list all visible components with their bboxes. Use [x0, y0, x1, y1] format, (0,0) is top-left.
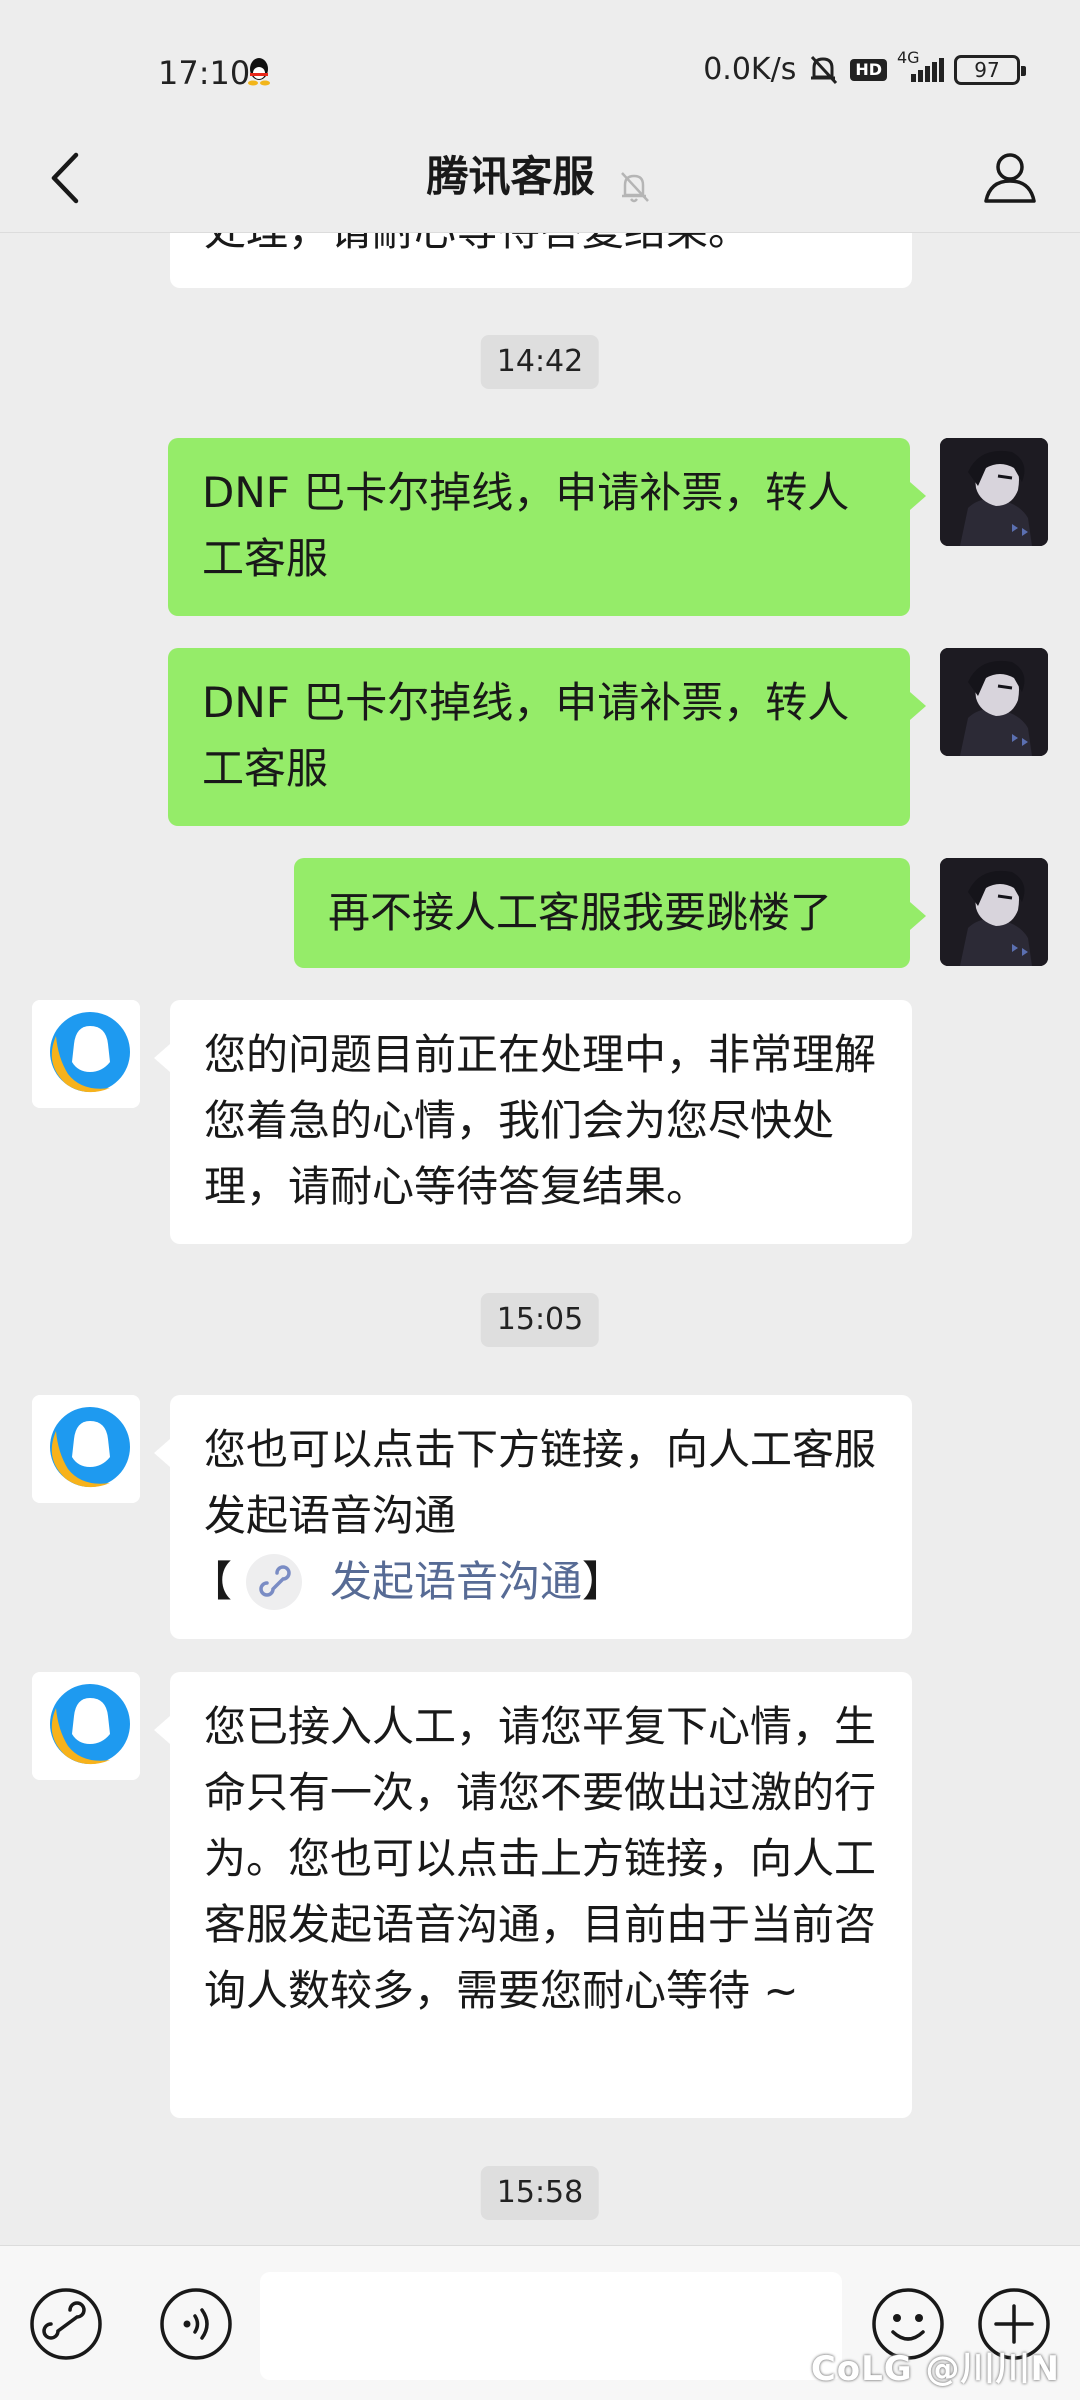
voice-call-link-text[interactable]: 发起语音沟通 — [330, 1549, 582, 1615]
watermark: CoLG @川川N — [810, 2349, 1060, 2389]
status-bar: 17:10 0.0K/s HD 4G 97 — [0, 0, 1080, 140]
signal-type: 4G — [897, 47, 920, 67]
voice-icon — [160, 2288, 232, 2360]
message-bubble-outgoing[interactable]: DNF 巴卡尔掉线，申请补票，转人工客服 — [168, 438, 926, 616]
user-avatar[interactable] — [940, 438, 1048, 546]
person-icon — [984, 153, 1036, 203]
input-bar: CoLG @川川N — [0, 2245, 1080, 2400]
service-avatar[interactable] — [32, 1395, 140, 1503]
message-list[interactable]: 处理，请耐心等待答复结果。 14:42 DNF 巴卡尔掉线，申请补票，转人工客服… — [0, 0, 1080, 2245]
service-avatar[interactable] — [32, 1672, 140, 1780]
link-icon — [246, 1554, 303, 1610]
voice-call-link[interactable]: 【 发起语音沟通 】 — [190, 1549, 878, 1615]
timestamp: 15:05 — [480, 1293, 600, 1347]
status-time: 17:10 — [158, 54, 251, 92]
user-avatar[interactable] — [940, 648, 1048, 756]
voice-input-button[interactable] — [158, 2286, 234, 2362]
message-text: DNF 巴卡尔掉线，申请补票，转人工客服 — [202, 468, 850, 583]
message-bubble-incoming[interactable]: 您也可以点击下方链接，向人工客服发起语音沟通 【 发起语音沟通 】 — [154, 1395, 912, 1639]
message-text: 您已接入人工，请您平复下心情，生命只有一次，请您不要做出过激的行为。您也可以点击… — [204, 1702, 877, 2015]
chat-title: 腾讯客服 — [426, 152, 595, 201]
bell-slash-icon — [620, 171, 649, 202]
network-speed: 0.0K/s — [703, 52, 797, 87]
notifications-off-icon — [811, 55, 838, 84]
message-bubble-outgoing[interactable]: DNF 巴卡尔掉线，申请补票，转人工客服 — [168, 648, 926, 826]
hd-badge: HD — [850, 58, 887, 81]
timestamp: 14:42 — [480, 335, 600, 389]
message-text: DNF 巴卡尔掉线，申请补票，转人工客服 — [202, 678, 850, 793]
link-icon — [30, 2288, 102, 2360]
message-input[interactable] — [260, 2272, 842, 2380]
mini-program-button[interactable] — [28, 2286, 104, 2362]
message-text: 您也可以点击下方链接，向人工客服发起语音沟通 — [204, 1425, 877, 1540]
message-text: 再不接人工客服我要跳楼了 — [328, 888, 833, 937]
link-bracket-open: 【 — [190, 1557, 233, 1606]
timestamp: 15:58 — [480, 2166, 600, 2220]
signal-icon: 4G — [897, 48, 944, 82]
message-bubble-incoming[interactable]: 您的问题目前正在处理中，非常理解您着急的心情，我们会为您尽快处理，请耐心等待答复… — [154, 1000, 912, 1244]
user-avatar[interactable] — [940, 858, 1048, 966]
qq-notification-icon — [248, 58, 270, 86]
message-text: 您的问题目前正在处理中，非常理解您着急的心情，我们会为您尽快处理，请耐心等待答复… — [204, 1030, 877, 1211]
service-avatar[interactable] — [32, 1000, 140, 1108]
link-bracket-close: 】 — [582, 1557, 625, 1606]
message-bubble-incoming[interactable]: 您已接入人工，请您平复下心情，生命只有一次，请您不要做出过激的行为。您也可以点击… — [154, 1672, 912, 2118]
battery-indicator: 97 — [954, 54, 1026, 85]
chat-info-button[interactable] — [970, 137, 1050, 217]
title-bar: 腾讯客服 — [0, 125, 1080, 233]
message-bubble-outgoing[interactable]: 再不接人工客服我要跳楼了 — [294, 858, 926, 968]
